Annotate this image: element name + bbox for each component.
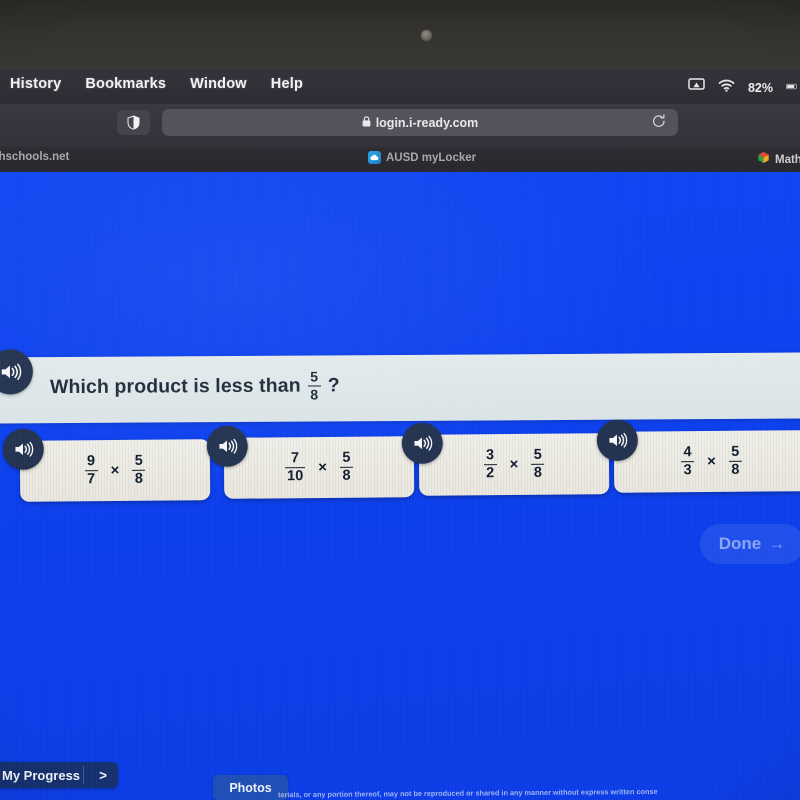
speaker-icon[interactable] [401, 422, 443, 464]
fraction-denominator: 8 [731, 461, 740, 479]
my-progress-button[interactable]: My Progress > [0, 762, 118, 788]
right-fraction: 5 8 [132, 452, 146, 488]
arrow-right-icon: → [768, 534, 786, 553]
answer-choice-3[interactable]: 4 3 × 5 8 [596, 419, 800, 493]
menu-item-window[interactable]: Window [190, 76, 247, 92]
divider [83, 766, 84, 784]
screenshot-photo: History Bookmarks Window Help 82% login.… [0, 0, 800, 800]
multiply-symbol: × [509, 455, 519, 474]
fraction-denominator: 8 [310, 386, 319, 403]
question-suffix: ? [327, 374, 340, 397]
bookmark-label: tiochschools.net [0, 151, 70, 163]
bookmarks-bar: tiochschools.net AUSD myLocker Math [0, 147, 800, 173]
address-bar-content: login.i-ready.com [362, 114, 479, 132]
question-fraction: 5 8 [307, 368, 321, 403]
chevron-right-icon: > [99, 767, 107, 783]
right-fraction: 5 8 [531, 446, 545, 482]
bookmark-antiochschools[interactable]: tiochschools.net [0, 151, 69, 163]
fraction-denominator: 7 [87, 471, 96, 488]
fraction-numerator: 5 [134, 452, 143, 469]
fraction-denominator: 3 [683, 462, 692, 479]
fraction-numerator: 5 [310, 368, 319, 385]
fraction-denominator: 2 [486, 465, 495, 482]
fraction-numerator: 4 [683, 443, 692, 460]
battery-icon[interactable] [786, 79, 798, 97]
reload-icon[interactable] [652, 114, 666, 134]
fraction-numerator: 9 [86, 452, 96, 469]
photos-label: Photos [229, 780, 272, 795]
answer-choice-2[interactable]: 3 2 × 5 8 [401, 422, 610, 496]
fraction-numerator: 5 [342, 449, 351, 466]
address-bar[interactable]: login.i-ready.com [162, 109, 678, 136]
right-fraction: 5 8 [728, 443, 742, 479]
battery-percent-label: 82% [747, 80, 773, 95]
answer-expression: 9 7 × 5 8 [84, 452, 146, 488]
screen-mirroring-icon[interactable] [688, 78, 705, 97]
multiply-symbol: × [318, 458, 328, 476]
bookmark-ausd-mylocker[interactable]: AUSD myLocker [368, 151, 476, 164]
left-fraction: 7 10 [285, 449, 306, 485]
answer-choice-0[interactable]: 9 7 × 5 8 [2, 428, 211, 502]
my-progress-label: My Progress [2, 767, 81, 783]
left-fraction: 9 7 [84, 452, 98, 488]
macos-menu-bar: History Bookmarks Window Help 82% [0, 70, 800, 106]
fraction-denominator: 8 [342, 467, 351, 484]
bookmark-label: Math [775, 154, 800, 166]
cloud-icon [368, 151, 381, 164]
browser-toolbar: login.i-ready.com [0, 104, 800, 147]
bookmark-math[interactable]: Math [757, 151, 800, 169]
url-text: login.i-ready.com [375, 115, 479, 130]
webcam-icon [421, 30, 432, 41]
menu-item-help[interactable]: Help [271, 76, 303, 92]
speaker-icon[interactable] [2, 428, 44, 470]
fraction-numerator: 7 [290, 449, 300, 466]
lock-icon [362, 114, 371, 132]
iready-lesson-page: Which product is less than 5 8 ? 9 7 × 5… [0, 172, 800, 800]
privacy-shield-icon[interactable] [117, 110, 150, 135]
laptop-bezel [0, 0, 800, 72]
cube-icon [757, 151, 770, 169]
done-button[interactable]: Done → [700, 524, 800, 564]
fraction-numerator: 5 [533, 446, 542, 463]
menu-bar-items: History Bookmarks Window Help [10, 76, 303, 92]
multiply-symbol: × [110, 461, 120, 480]
right-fraction: 5 8 [339, 449, 353, 484]
bookmark-label: AUSD myLocker [386, 151, 477, 164]
fraction-denominator: 8 [134, 470, 144, 488]
left-fraction: 4 3 [681, 443, 695, 479]
answer-expression: 7 10 × 5 8 [285, 449, 353, 485]
photos-button[interactable]: Photos [213, 775, 288, 800]
wifi-icon[interactable] [718, 79, 735, 97]
left-fraction: 3 2 [483, 446, 497, 482]
multiply-symbol: × [707, 452, 716, 471]
answer-expression: 3 2 × 5 8 [483, 446, 545, 482]
question-prefix: Which product is less than [49, 374, 301, 399]
done-label: Done [718, 534, 762, 553]
fraction-denominator: 8 [533, 464, 543, 482]
fraction-numerator: 3 [485, 446, 495, 463]
speaker-icon[interactable] [206, 425, 248, 467]
speaker-icon[interactable] [596, 419, 638, 461]
menu-item-bookmarks[interactable]: Bookmarks [85, 76, 166, 92]
menu-item-history[interactable]: History [10, 76, 61, 92]
answer-expression: 4 3 × 5 8 [681, 443, 742, 479]
menu-bar-status-items: 82% [688, 78, 798, 97]
speaker-icon[interactable] [0, 349, 34, 395]
copyright-text: terials, or any portion thereof, may not… [277, 786, 658, 800]
fraction-denominator: 10 [287, 468, 304, 485]
fraction-numerator: 5 [731, 443, 740, 460]
answer-choice-row: 9 7 × 5 8 7 10 × 5 8 3 2 × 5 8 4 3 × 5 8 [0, 419, 800, 520]
question-text: Which product is less than 5 8 ? [49, 368, 340, 404]
answer-choice-1[interactable]: 7 10 × 5 8 [206, 425, 415, 499]
question-bar: Which product is less than 5 8 ? [0, 349, 800, 424]
